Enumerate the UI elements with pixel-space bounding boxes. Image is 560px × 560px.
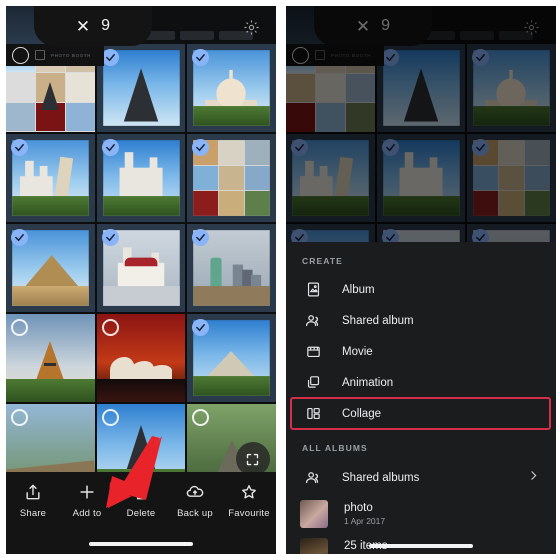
- star-icon: [239, 482, 259, 502]
- photo-booth-label: PHOTO BOOTH: [51, 52, 92, 58]
- album-thumbnail: [300, 538, 328, 554]
- menu-item-label: Album: [342, 283, 375, 296]
- create-section-label: CREATE: [302, 256, 343, 266]
- selection-checkbox-on[interactable]: [11, 229, 28, 246]
- people-icon: [302, 467, 324, 489]
- selection-counter-pill: ✕ 9: [34, 6, 152, 46]
- selection-checkbox-on[interactable]: [101, 49, 119, 66]
- comparison-screenshot: ✕ 9 PHOTO BOOTH Share Add to Delete Back…: [0, 0, 560, 560]
- photo-cell[interactable]: [187, 224, 276, 312]
- back-up-label: Back up: [177, 508, 213, 519]
- selection-checkbox-on[interactable]: [11, 139, 28, 156]
- chevron-right-icon: [527, 469, 540, 487]
- album-title: photo: [344, 502, 373, 514]
- shutter-circle-icon: [12, 46, 29, 64]
- menu-item-label: Shared album: [342, 314, 414, 327]
- selection-checkbox-off[interactable]: [101, 409, 119, 426]
- photo-cell[interactable]: [6, 134, 95, 222]
- photo-cell[interactable]: [6, 314, 95, 402]
- close-icon[interactable]: ✕: [76, 18, 90, 35]
- menu-item-shared-album[interactable]: Shared album: [286, 305, 556, 336]
- photo-cell[interactable]: [187, 314, 276, 402]
- cloud-upload-icon: [185, 482, 205, 502]
- selection-checkbox-off[interactable]: [101, 319, 119, 336]
- menu-item-animation[interactable]: Animation: [286, 367, 556, 398]
- photo-booth-row: PHOTO BOOTH: [6, 44, 104, 66]
- album-icon: [302, 279, 324, 301]
- menu-item-collage[interactable]: Collage: [290, 397, 551, 430]
- menu-item-label: Shared albums: [342, 472, 420, 484]
- animation-stack-icon: [302, 372, 324, 394]
- menu-item-label: Movie: [342, 345, 373, 358]
- menu-item-shared-albums[interactable]: Shared albums: [286, 461, 556, 495]
- plus-icon: [77, 482, 97, 502]
- home-indicator: [89, 542, 193, 546]
- add-to-label: Add to: [72, 508, 102, 519]
- photo-cell[interactable]: [187, 44, 276, 132]
- selection-checkbox-off[interactable]: [11, 319, 28, 336]
- selection-checkbox-on[interactable]: [101, 139, 119, 156]
- photo-cell[interactable]: [187, 134, 276, 222]
- fullscreen-expand-icon[interactable]: [235, 442, 270, 476]
- selection-checkbox-on[interactable]: [101, 229, 119, 246]
- favourite-label: Favourite: [228, 508, 270, 519]
- photo-cell[interactable]: [96, 224, 186, 312]
- right-phone-screen: ✕ 9 PHOTO BOOTH: [286, 6, 556, 554]
- all-albums-section-label: ALL ALBUMS: [302, 443, 368, 453]
- menu-item-album[interactable]: Album: [286, 274, 556, 305]
- photo-cell[interactable]: [96, 314, 186, 402]
- people-icon: [302, 310, 324, 332]
- selected-count: 9: [101, 17, 111, 34]
- favourite-button[interactable]: Favourite: [222, 482, 276, 519]
- menu-item-label: Animation: [342, 376, 394, 389]
- collage-icon: [302, 403, 324, 425]
- selection-checkbox-off[interactable]: [11, 409, 28, 426]
- album-list-item[interactable]: photo 1 Apr 2017: [286, 495, 556, 533]
- add-to-bottom-sheet: CREATE Album Shared album Movie Animatio…: [286, 242, 556, 554]
- photo-cell[interactable]: [96, 134, 186, 222]
- share-label: Share: [19, 508, 47, 519]
- photo-cell[interactable]: [6, 224, 95, 312]
- share-button[interactable]: Share: [6, 482, 60, 519]
- share-icon: [23, 482, 43, 502]
- movie-icon: [302, 341, 324, 363]
- menu-item-movie[interactable]: Movie: [286, 336, 556, 367]
- menu-item-label: Collage: [342, 407, 381, 420]
- left-phone-screen: ✕ 9 PHOTO BOOTH Share Add to Delete Back…: [6, 6, 276, 554]
- home-indicator: [369, 544, 473, 548]
- gear-icon[interactable]: [243, 19, 260, 36]
- album-subtitle: 1 Apr 2017: [344, 516, 386, 526]
- album-thumbnail: [300, 500, 328, 528]
- annotation-arrow-icon: [106, 436, 162, 508]
- photo-cell[interactable]: [96, 44, 186, 132]
- back-up-button[interactable]: Back up: [168, 482, 222, 519]
- photo-booth-icon: [35, 50, 45, 60]
